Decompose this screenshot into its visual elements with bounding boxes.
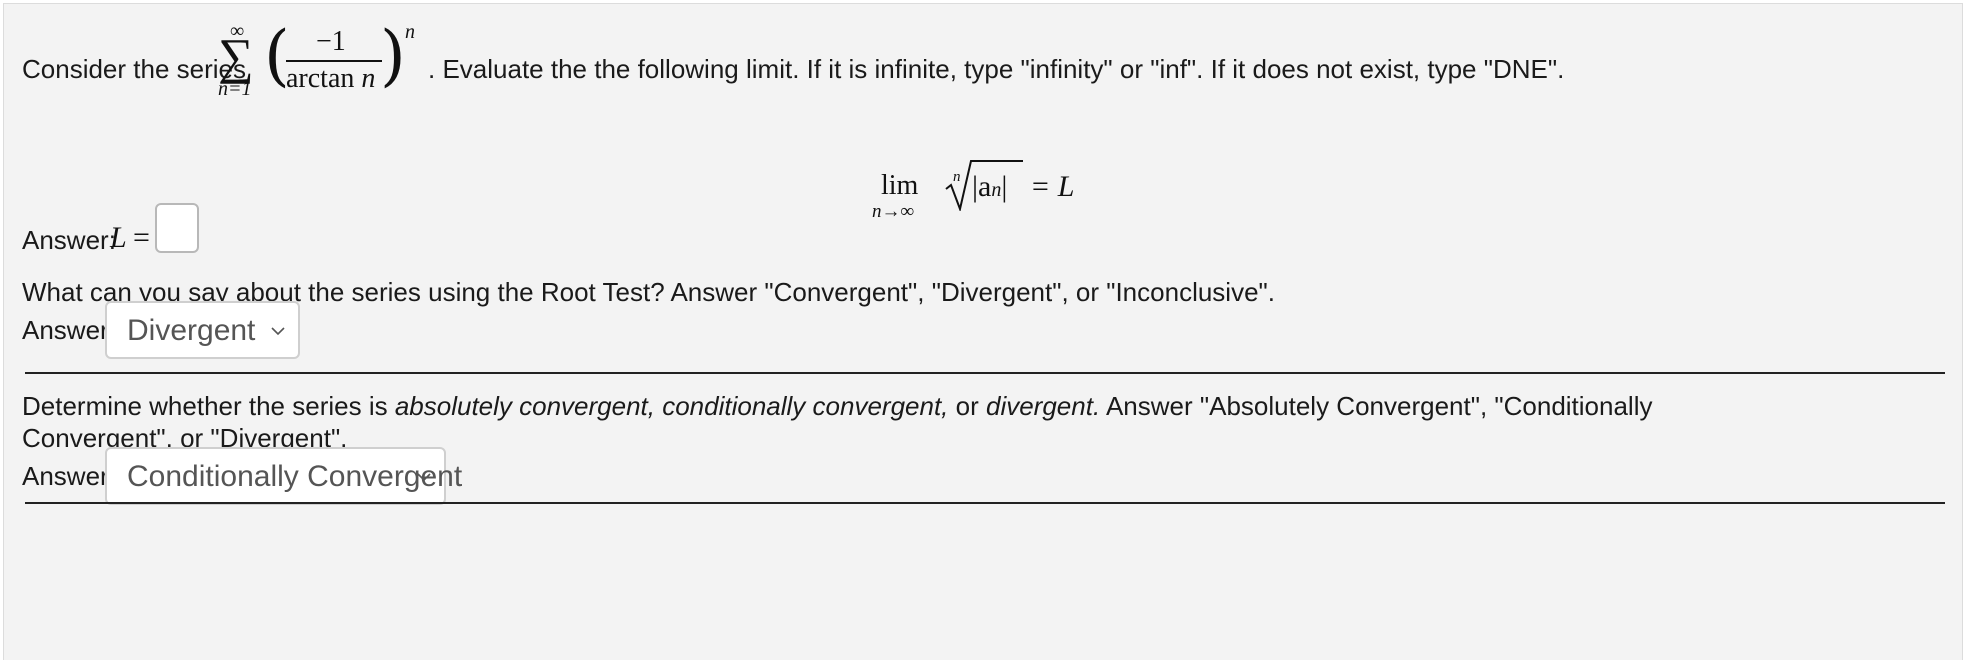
problem-panel: Consider the series ∞ ∑ n=1 ( −1 arctan …	[3, 3, 1963, 660]
convergence-type-select[interactable]: Conditionally Convergent	[105, 447, 462, 505]
fraction-denominator: arctan n	[286, 63, 376, 94]
series-formula: ∞ ∑ n=1 ( −1 arctan n ) n	[214, 19, 424, 99]
root-test-selected-value: Divergent	[127, 314, 256, 347]
answer-1-equals: =	[133, 221, 150, 254]
lim-operator: lim	[881, 170, 919, 201]
section-divider-bottom	[25, 502, 1945, 504]
chevron-down-icon	[271, 327, 285, 336]
limit-equation: lim n→∞ n |an| = L	[872, 160, 1102, 224]
limit-answer-input[interactable]	[155, 203, 199, 253]
fraction-bar	[286, 60, 382, 62]
section-divider	[25, 372, 1945, 374]
series-exponent: n	[405, 21, 415, 43]
summation-symbol: ∑	[218, 28, 254, 84]
radicand: |an|	[972, 170, 1008, 203]
answer-1-variable: L	[110, 221, 127, 254]
lim-subscript: n→∞	[872, 201, 915, 222]
question-1-prefix: Consider the series	[22, 54, 246, 84]
answer-1-label: Answer:	[22, 225, 116, 255]
root-test-select[interactable]: Divergent	[105, 301, 300, 359]
answer-2-label: Answer:	[22, 315, 116, 345]
limit-rhs: = L	[1030, 170, 1075, 203]
question-3-line-1: Determine whether the series is absolute…	[22, 391, 1653, 421]
convergence-type-selected-value: Conditionally Convergent	[127, 460, 463, 493]
right-paren: )	[380, 17, 406, 94]
question-1-suffix: . Evaluate the the following limit. If i…	[428, 54, 1565, 84]
fraction-numerator: −1	[316, 26, 346, 57]
chevron-down-icon	[417, 473, 431, 482]
answer-3-label: Answer:	[22, 461, 116, 491]
sum-lower-limit: n=1	[218, 78, 252, 100]
